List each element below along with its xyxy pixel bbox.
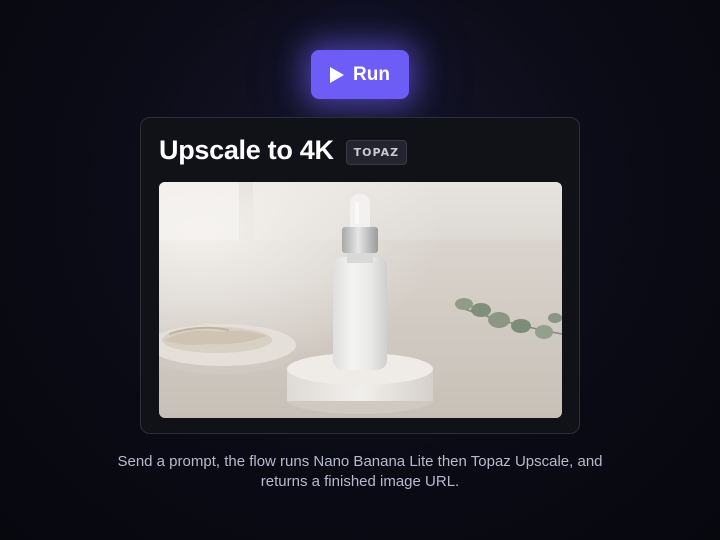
card-title: Upscale to 4K (159, 135, 334, 165)
description-line-2: returns a finished image URL. (260, 473, 460, 490)
play-icon (330, 66, 345, 83)
run-button-label: Run (353, 63, 390, 85)
result-image (159, 182, 562, 418)
run-button[interactable]: Run (311, 50, 409, 99)
run-button-wrapper: Run (311, 50, 409, 99)
flow-card: Upscale to 4K TOPAZ (140, 117, 580, 434)
provider-badge: TOPAZ (345, 139, 408, 165)
description: Send a prompt, the flow runs Nano Banana… (60, 452, 660, 492)
description-line-1: Send a prompt, the flow runs Nano Banana… (117, 453, 603, 470)
card-header: Upscale to 4K TOPAZ (159, 135, 408, 166)
